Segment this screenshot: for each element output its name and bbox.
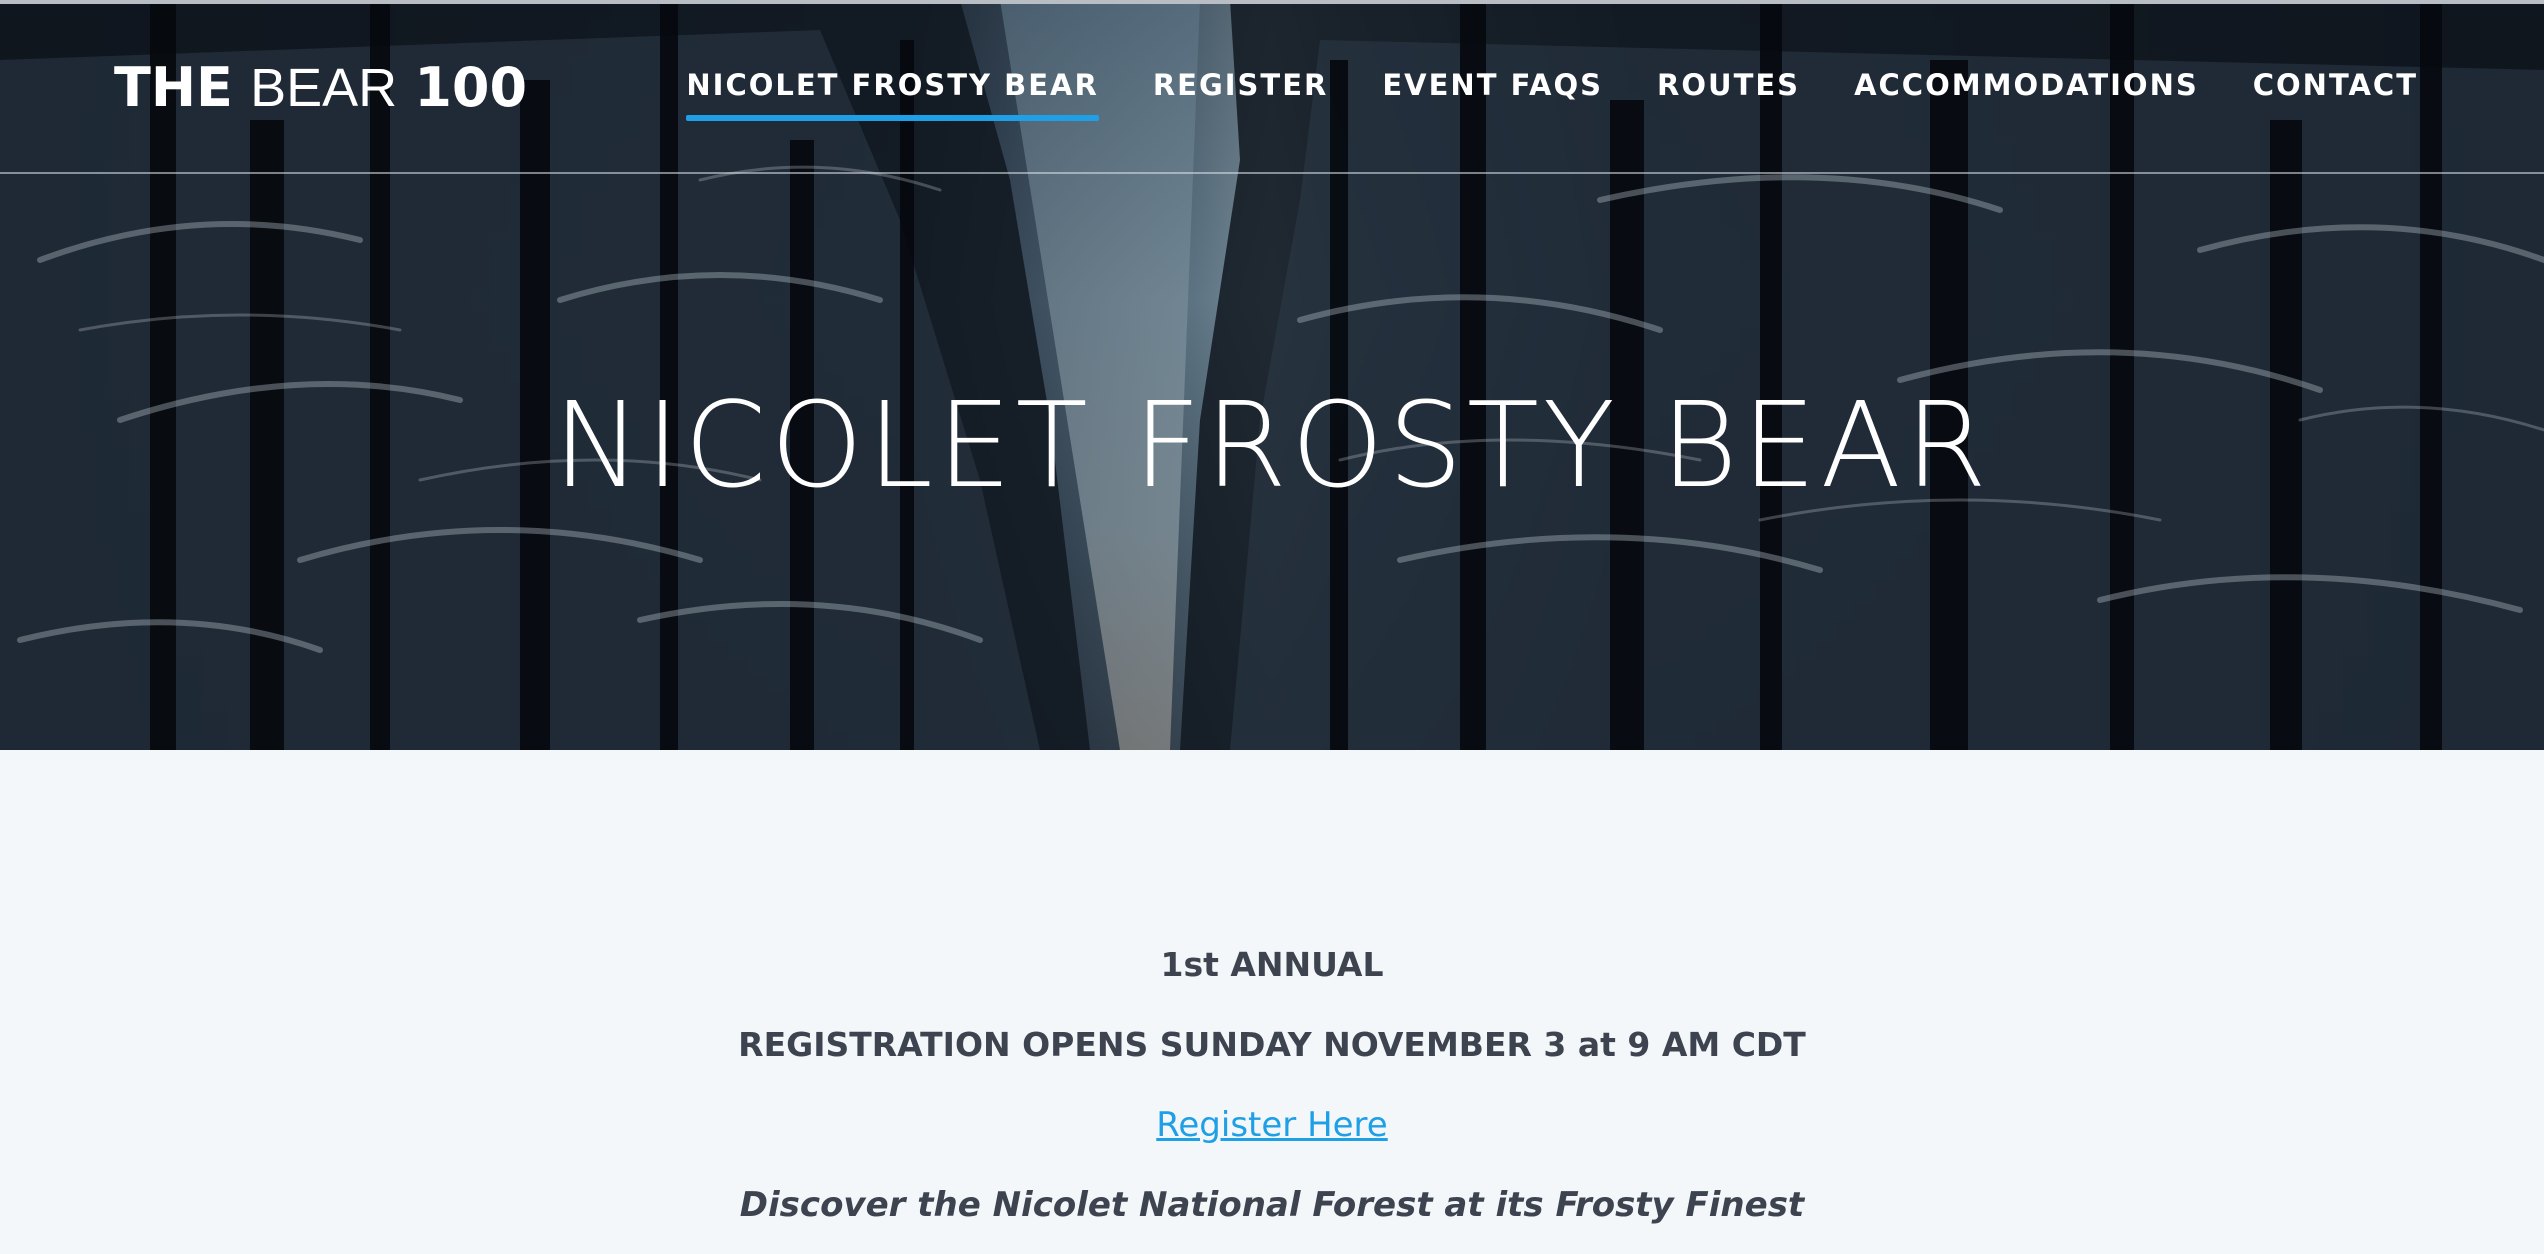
main-nav: NICOLET FROSTY BEAR REGISTER EVENT FAQS … bbox=[686, 68, 2418, 121]
logo-text-100: 100 bbox=[414, 56, 528, 119]
nav-item-nicolet-frosty-bear[interactable]: NICOLET FROSTY BEAR bbox=[686, 68, 1100, 121]
tagline: Discover the Nicolet National Forest at … bbox=[739, 1185, 1805, 1225]
registration-opens-heading: REGISTRATION OPENS SUNDAY NOVEMBER 3 at … bbox=[738, 1025, 1806, 1064]
logo-text-bear: BEAR bbox=[250, 58, 398, 118]
register-here-link[interactable]: Register Here bbox=[0, 1105, 2544, 1145]
page: THE BEAR 100 NICOLET FROSTY BEAR REGISTE… bbox=[0, 0, 2544, 1254]
nav-item-routes[interactable]: ROUTES bbox=[1657, 68, 1800, 102]
hero-banner: THE BEAR 100 NICOLET FROSTY BEAR REGISTE… bbox=[0, 0, 2544, 750]
site-header: THE BEAR 100 NICOLET FROSTY BEAR REGISTE… bbox=[0, 4, 2544, 172]
main-content: 1st ANNUAL REGISTRATION OPENS SUNDAY NOV… bbox=[0, 750, 2544, 1254]
annual-heading: 1st ANNUAL bbox=[1160, 945, 1384, 984]
nav-item-register[interactable]: REGISTER bbox=[1153, 68, 1329, 102]
hero-title: NICOLET FROSTY BEAR bbox=[552, 376, 1992, 514]
nav-item-event-faqs[interactable]: EVENT FAQS bbox=[1382, 68, 1603, 102]
nav-item-contact[interactable]: CONTACT bbox=[2253, 68, 2418, 102]
logo-text-the: THE bbox=[114, 56, 233, 119]
site-logo[interactable]: THE BEAR 100 bbox=[114, 56, 527, 119]
header-divider bbox=[0, 172, 2544, 174]
nav-item-accommodations[interactable]: ACCOMMODATIONS bbox=[1854, 68, 2199, 102]
